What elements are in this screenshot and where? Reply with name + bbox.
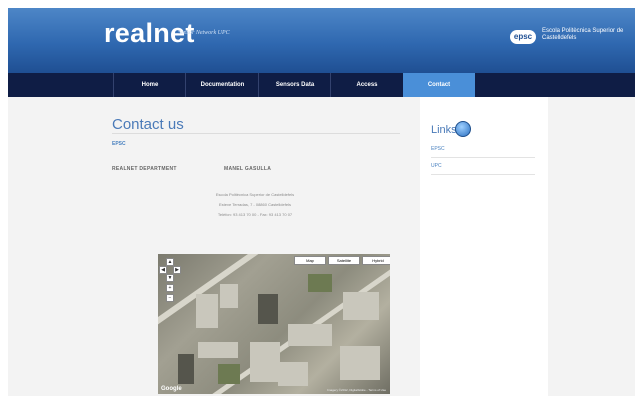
map-building <box>278 362 308 386</box>
sidebar-link-upc[interactable]: UPC <box>431 163 442 169</box>
address-line-1: Escola Politècnica Superior de Castellde… <box>215 192 295 197</box>
nav-access[interactable]: Access <box>330 73 403 97</box>
sidebar-link-epsc[interactable]: EPSC <box>431 146 445 152</box>
nav-documentation[interactable]: Documentation <box>185 73 259 97</box>
map-building <box>288 324 332 346</box>
map-building <box>196 294 218 328</box>
map-building <box>340 346 380 380</box>
map-park <box>218 364 240 384</box>
page-title: Contact us <box>112 116 184 133</box>
map-building <box>178 354 194 384</box>
pan-right-icon[interactable]: ▶ <box>173 266 181 274</box>
satellite-button[interactable]: Satellite <box>328 256 360 265</box>
pan-down-icon[interactable]: ▼ <box>166 274 174 282</box>
title-divider <box>112 133 400 134</box>
site-header <box>8 8 635 73</box>
pan-up-icon[interactable]: ▲ <box>166 258 174 266</box>
links-title: Links <box>431 124 457 136</box>
zoom-out-icon[interactable]: − <box>166 294 174 302</box>
site-tagline: Sensor Network UPC <box>178 30 230 36</box>
nav-home[interactable]: Home <box>113 73 186 97</box>
map-building <box>343 292 379 320</box>
map-building <box>258 294 278 324</box>
address-line-3: Telèfon: 93 413 70 00 - Fax: 93 413 70 0… <box>217 212 293 217</box>
epsc-section-link[interactable]: EPSC <box>112 141 126 147</box>
pan-left-icon[interactable]: ◀ <box>159 266 167 274</box>
map-button[interactable]: Map <box>294 256 326 265</box>
contact-person: MANEL GASULLA <box>224 166 272 172</box>
sidebar-divider <box>431 157 535 158</box>
sidebar-divider <box>431 174 535 175</box>
map-type-controls: Map Satellite Hybrid <box>294 256 390 265</box>
hybrid-button[interactable]: Hybrid <box>362 256 390 265</box>
nav-contact[interactable]: Contact <box>403 73 475 97</box>
department-label: REALNET DEPARTMENT <box>112 166 177 172</box>
sidebar <box>420 97 548 396</box>
satellite-map[interactable]: Map Satellite Hybrid ▲ ◀ ▶ ▼ + − Google … <box>158 254 390 394</box>
zoom-in-icon[interactable]: + <box>166 284 174 292</box>
address-line-2: Esteve Terradas, 7 - 08860 Castelldefels <box>219 202 291 207</box>
nav-sensors-data[interactable]: Sensors Data <box>258 73 331 97</box>
map-building <box>220 284 238 308</box>
map-building <box>250 342 280 382</box>
map-building <box>198 342 238 358</box>
epsc-logo-icon[interactable]: epsc <box>510 30 536 44</box>
google-logo[interactable]: Google <box>161 386 182 392</box>
globe-icon <box>455 121 471 137</box>
school-name: Escola Politècnica Superior de Castellde… <box>542 28 624 41</box>
map-copyright: Imagery ©2012, DigitalGlobe - Terms of U… <box>327 388 386 392</box>
map-park <box>308 274 332 292</box>
